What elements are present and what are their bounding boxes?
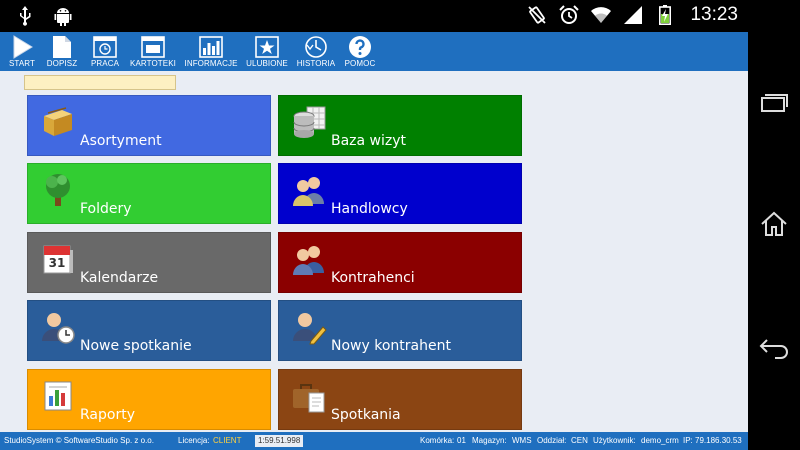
back-arrow-icon (759, 339, 788, 359)
calendar-icon: 31 (40, 241, 76, 277)
toolbar-kartoteki-button[interactable]: KARTOTEKI (126, 32, 180, 69)
search-input[interactable] (24, 75, 176, 90)
box-icon (40, 104, 76, 140)
user-value: demo_crm (641, 436, 679, 445)
recent-apps-button[interactable] (758, 86, 790, 118)
device-screen: 13:23 START DOPISZ PRACA KARTOTEKI INFOR… (0, 0, 800, 450)
usb-icon (14, 5, 36, 27)
wifi-icon (590, 4, 612, 26)
users-icon (291, 172, 327, 208)
ip-value: 79.186.30.53 (695, 436, 742, 445)
recent-apps-icon (761, 94, 788, 112)
license-value: CLIENT (213, 436, 242, 445)
status-footer: StudioSystem © SoftwareStudio Sp. z o.o.… (0, 432, 748, 450)
alarm-icon (558, 4, 580, 26)
navigation-bar (748, 0, 800, 450)
user-pencil-icon (291, 309, 327, 345)
license-label: Licencja: (178, 436, 210, 445)
bar-chart-icon (199, 35, 223, 59)
folder-window-icon (141, 35, 165, 59)
tile-asortyment[interactable]: Asortyment (27, 95, 271, 156)
toolbar-historia-button[interactable]: HISTORIA (292, 32, 340, 69)
magazyn-label: Magazyn: (472, 436, 507, 445)
star-icon (255, 35, 279, 59)
clock-window-icon (93, 35, 117, 59)
toolbar-dopisz-button[interactable]: DOPISZ (40, 32, 84, 69)
home-button[interactable] (758, 208, 790, 240)
ip-label: IP: (683, 436, 693, 445)
komorka-value: 01 (457, 436, 466, 445)
tile-foldery[interactable]: Foldery (27, 163, 271, 224)
tile-nowy-kontrahent[interactable]: Nowy kontrahent (278, 300, 522, 361)
battery-icon (654, 4, 676, 26)
back-button[interactable] (758, 332, 790, 364)
database-icon (291, 104, 327, 140)
tile-nowe-spotkanie[interactable]: Nowe spotkanie (27, 300, 271, 361)
history-icon (304, 35, 328, 59)
no-rotate-icon (526, 4, 548, 26)
tile-raporty[interactable]: Raporty (27, 369, 271, 430)
report-chart-icon (40, 378, 76, 414)
toolbar-start-button[interactable]: START (4, 32, 40, 69)
play-icon (10, 35, 34, 59)
toolbar-informacje-button[interactable]: INFORMACJE (180, 32, 242, 69)
app-window: START DOPISZ PRACA KARTOTEKI INFORMACJE … (0, 32, 748, 450)
document-icon (50, 35, 74, 59)
komorka-label: Komórka: (420, 436, 455, 445)
home-icon (761, 211, 787, 236)
toolbar-pomoc-button[interactable]: POMOC (340, 32, 380, 69)
oddzial-value: CEN (571, 436, 588, 445)
oddzial-label: Oddział: (537, 436, 567, 445)
status-bar: 13:23 (0, 0, 748, 32)
user-clock-icon (40, 309, 76, 345)
main-toolbar: START DOPISZ PRACA KARTOTEKI INFORMACJE … (0, 32, 748, 71)
android-icon (52, 5, 74, 27)
tree-icon (40, 172, 76, 208)
copyright-text: StudioSystem © SoftwareStudio Sp. z o.o. (4, 436, 154, 445)
contacts-icon (291, 241, 327, 277)
toolbar-praca-button[interactable]: PRACA (84, 32, 126, 69)
signal-icon (622, 4, 644, 26)
magazyn-value: WMS (512, 436, 532, 445)
user-label: Użytkownik: (593, 436, 636, 445)
tile-kalendarze[interactable]: 31 Kalendarze (27, 232, 271, 293)
svg-text:31: 31 (49, 256, 66, 270)
tile-baza-wizyt[interactable]: Baza wizyt (278, 95, 522, 156)
tile-kontrahenci[interactable]: Kontrahenci (278, 232, 522, 293)
clock-time: 13:23 (690, 4, 738, 25)
session-timer: 1:59.51.998 (255, 435, 304, 447)
tile-spotkania[interactable]: Spotkania (278, 369, 522, 430)
toolbar-ulubione-button[interactable]: ULUBIONE (242, 32, 292, 69)
help-icon (348, 35, 372, 59)
tile-handlowcy[interactable]: Handlowcy (278, 163, 522, 224)
briefcase-icon (291, 378, 327, 414)
